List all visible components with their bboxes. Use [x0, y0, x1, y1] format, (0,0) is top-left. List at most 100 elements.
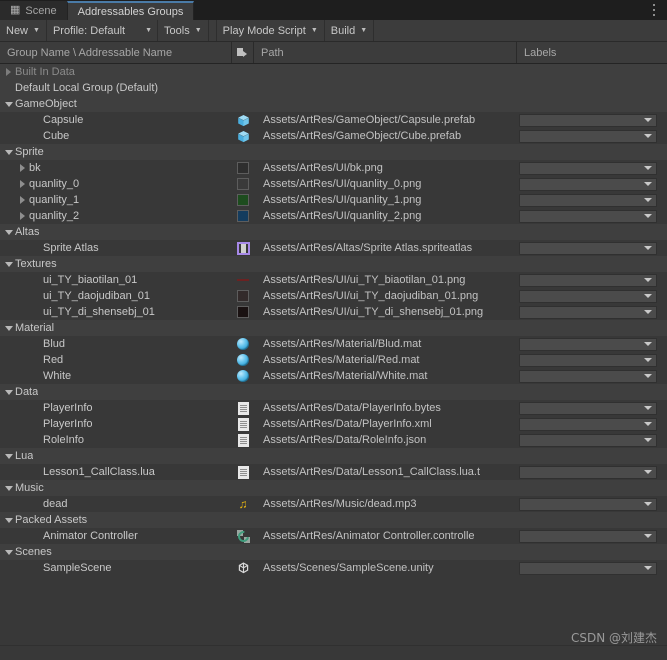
tools-button[interactable]: Tools ▼	[158, 20, 209, 41]
tree-asset-row[interactable]: RoleInfo Assets/ArtRes/Data/RoleInfo.json	[0, 432, 667, 448]
tree-asset-row[interactable]: Blud Assets/ArtRes/Material/Blud.mat	[0, 336, 667, 352]
tree-row-name: RoleInfo	[43, 434, 84, 446]
tree-asset-row[interactable]: quanlity_2 Assets/ArtRes/UI/quanlity_2.pn…	[0, 208, 667, 224]
tree-group-row[interactable]: Built In Data	[0, 64, 667, 80]
expand-arrow-right-icon[interactable]	[16, 162, 29, 174]
tree-row-labels-cell	[517, 496, 667, 512]
labels-dropdown[interactable]	[519, 337, 657, 351]
labels-dropdown[interactable]	[519, 529, 657, 543]
expand-arrow-right-icon[interactable]	[16, 194, 29, 206]
tree-group-row[interactable]: Scenes	[0, 544, 667, 560]
column-header-labels[interactable]: Labels	[517, 42, 667, 63]
tree-row-icon-cell	[232, 256, 254, 272]
expand-arrow-right-icon[interactable]	[16, 178, 29, 190]
tree-group-row[interactable]: Music	[0, 480, 667, 496]
column-header-asset-type[interactable]	[232, 42, 254, 63]
tree-asset-row[interactable]: Cube Assets/ArtRes/GameObject/Cube.prefab	[0, 128, 667, 144]
tree-row-labels-cell	[517, 528, 667, 544]
tree-asset-row[interactable]: ui_TY_daojudiban_01 Assets/ArtRes/UI/ui_T…	[0, 288, 667, 304]
labels-dropdown[interactable]	[519, 417, 657, 431]
tree-group-row[interactable]: Material	[0, 320, 667, 336]
tree-row-path: Assets/ArtRes/Data/PlayerInfo.bytes	[263, 402, 441, 414]
tree-row-icon-cell	[232, 112, 254, 128]
tree-asset-row[interactable]: Lesson1_CallClass.lua Assets/ArtRes/Data/…	[0, 464, 667, 480]
labels-dropdown[interactable]	[519, 561, 657, 575]
labels-dropdown[interactable]	[519, 433, 657, 447]
tree-group-row[interactable]: Altas	[0, 224, 667, 240]
tree-row-icon-cell	[232, 544, 254, 560]
tree-row-path: Assets/Scenes/SampleScene.unity	[263, 562, 434, 574]
tree-row-path	[254, 512, 517, 528]
expand-arrow-down-icon[interactable]	[2, 146, 15, 158]
tree-asset-row[interactable]: Animator Controller Assets/ArtRes/Animato…	[0, 528, 667, 544]
tree-asset-row[interactable]: ui_TY_biaotilan_01 Assets/ArtRes/UI/ui_TY…	[0, 272, 667, 288]
tree-asset-row[interactable]: quanlity_0 Assets/ArtRes/UI/quanlity_0.pn…	[0, 176, 667, 192]
expand-arrow-down-icon[interactable]	[2, 226, 15, 238]
tree-row-labels-cell	[517, 288, 667, 304]
tree-asset-row[interactable]: dead ♫ Assets/ArtRes/Music/dead.mp3	[0, 496, 667, 512]
tree-row-icon-cell	[232, 80, 254, 96]
tree-group-row[interactable]: Textures	[0, 256, 667, 272]
labels-dropdown[interactable]	[519, 273, 657, 287]
tree-group-row[interactable]: Lua	[0, 448, 667, 464]
labels-dropdown[interactable]	[519, 465, 657, 479]
tree-row-labels-cell	[517, 320, 667, 336]
material-sphere-icon	[237, 354, 249, 366]
tab-scene[interactable]: ▦ Scene	[0, 1, 67, 20]
labels-dropdown[interactable]	[519, 161, 657, 175]
labels-dropdown[interactable]	[519, 129, 657, 143]
tree-asset-row[interactable]: quanlity_1 Assets/ArtRes/UI/quanlity_1.pn…	[0, 192, 667, 208]
labels-dropdown[interactable]	[519, 113, 657, 127]
expand-arrow-down-icon[interactable]	[2, 482, 15, 494]
labels-dropdown[interactable]	[519, 369, 657, 383]
play-mode-script-dropdown[interactable]: Play Mode Script ▼	[216, 20, 325, 41]
labels-dropdown[interactable]	[519, 497, 657, 511]
tree-row-icon-cell	[232, 480, 254, 496]
addressables-groups-window: ▦ Scene Addressables Groups New ▼ Profil…	[0, 0, 667, 660]
tab-addressables-groups[interactable]: Addressables Groups	[66, 1, 195, 20]
tree-row-name-cell: PlayerInfo	[0, 400, 232, 416]
tree-asset-row[interactable]: PlayerInfo Assets/ArtRes/Data/PlayerInfo.…	[0, 400, 667, 416]
tree-group-row[interactable]: Default Local Group (Default)	[0, 80, 667, 96]
tree-row-icon-cell	[232, 336, 254, 352]
tree-row-name-cell: Sprite	[0, 144, 232, 160]
build-button[interactable]: Build ▼	[324, 20, 375, 41]
expand-arrow-down-icon[interactable]	[2, 322, 15, 334]
tree-group-row[interactable]: Packed Assets	[0, 512, 667, 528]
addressables-tree[interactable]: Built In Data Default Local Group (Defaul…	[0, 64, 667, 645]
tree-asset-row[interactable]: White Assets/ArtRes/Material/White.mat	[0, 368, 667, 384]
expand-arrow-down-icon[interactable]	[2, 386, 15, 398]
expand-arrow-down-icon[interactable]	[2, 98, 15, 110]
tree-asset-row[interactable]: PlayerInfo Assets/ArtRes/Data/PlayerInfo.…	[0, 416, 667, 432]
tree-asset-row[interactable]: bk Assets/ArtRes/UI/bk.png	[0, 160, 667, 176]
labels-dropdown[interactable]	[519, 241, 657, 255]
tree-row-name: bk	[29, 162, 41, 174]
expand-arrow-right-icon[interactable]	[16, 210, 29, 222]
expand-arrow-down-icon[interactable]	[2, 514, 15, 526]
labels-dropdown[interactable]	[519, 305, 657, 319]
new-button[interactable]: New ▼	[0, 20, 47, 41]
labels-dropdown[interactable]	[519, 177, 657, 191]
tree-asset-row[interactable]: Red Assets/ArtRes/Material/Red.mat	[0, 352, 667, 368]
profile-dropdown[interactable]: Profile: Default ▼	[46, 20, 159, 41]
tree-asset-row[interactable]: Sprite Atlas Assets/ArtRes/Altas/Sprite A…	[0, 240, 667, 256]
tree-group-row[interactable]: Data	[0, 384, 667, 400]
labels-dropdown[interactable]	[519, 289, 657, 303]
column-header-path[interactable]: Path	[254, 42, 517, 63]
tree-asset-row[interactable]: ui_TY_di_shensebj_01 Assets/ArtRes/UI/ui_…	[0, 304, 667, 320]
labels-dropdown[interactable]	[519, 209, 657, 223]
expand-arrow-right-icon[interactable]	[2, 66, 15, 78]
tree-group-row[interactable]: GameObject	[0, 96, 667, 112]
tree-row-name-cell: White	[0, 368, 232, 384]
expand-arrow-down-icon[interactable]	[2, 258, 15, 270]
column-header-group-name[interactable]: Group Name \ Addressable Name	[0, 42, 232, 63]
tree-asset-row[interactable]: Capsule Assets/ArtRes/GameObject/Capsule.…	[0, 112, 667, 128]
labels-dropdown[interactable]	[519, 401, 657, 415]
tree-asset-row[interactable]: SampleScene Assets/Scenes/SampleScene.uni…	[0, 560, 667, 576]
labels-dropdown[interactable]	[519, 353, 657, 367]
expand-arrow-down-icon[interactable]	[2, 546, 15, 558]
tree-group-row[interactable]: Sprite	[0, 144, 667, 160]
expand-arrow-down-icon[interactable]	[2, 450, 15, 462]
labels-dropdown[interactable]	[519, 193, 657, 207]
kebab-menu-icon[interactable]	[648, 3, 660, 17]
